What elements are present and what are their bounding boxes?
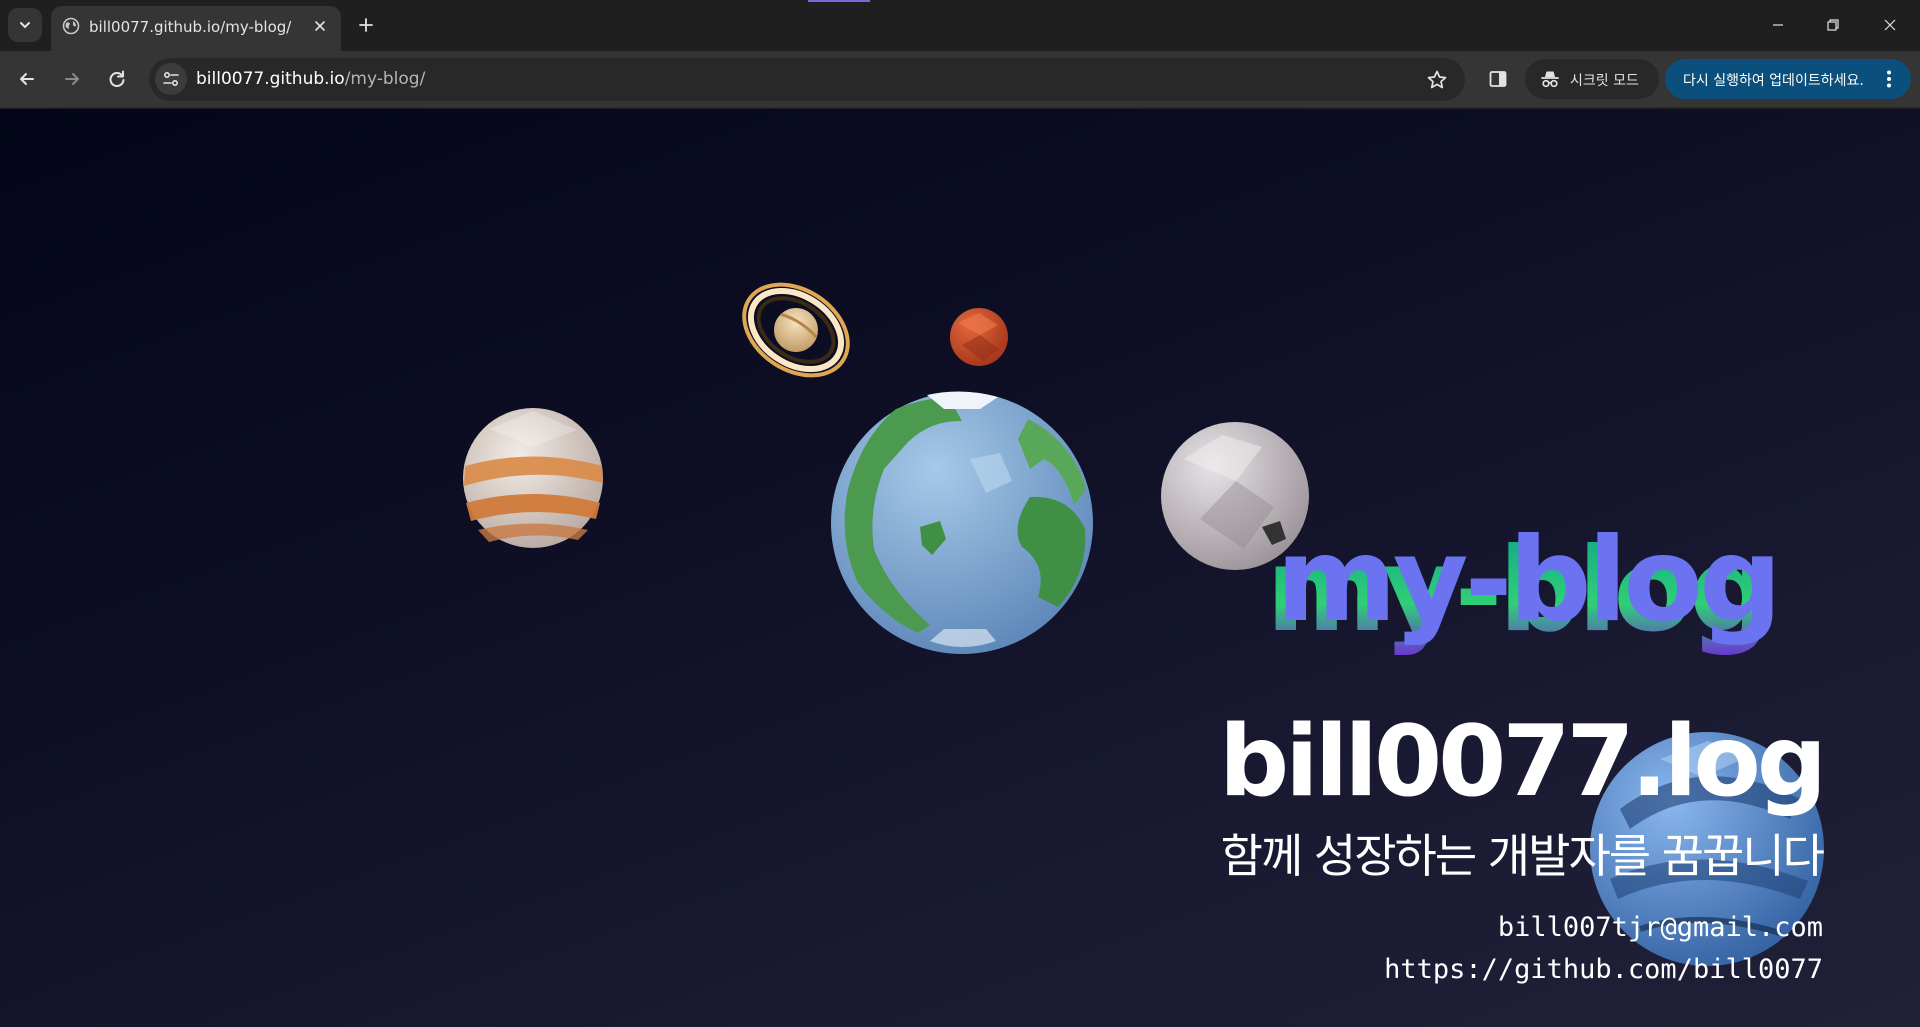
close-icon xyxy=(315,21,325,31)
incognito-label: 시크릿 모드 xyxy=(1570,73,1639,89)
blog-tagline: 함께 성장하는 개발자를 꿈꿉니다 xyxy=(1220,829,1825,883)
chevron-down-icon xyxy=(20,22,30,29)
star-icon xyxy=(1427,70,1447,89)
tab-close-button[interactable] xyxy=(309,15,331,37)
contact-github-link[interactable]: https://github.com/bill0077 xyxy=(1384,956,1823,983)
earth-planet xyxy=(831,391,1093,654)
url-text[interactable]: bill0077.github.io/my-blog/ xyxy=(196,69,425,89)
bookmark-button[interactable] xyxy=(1425,68,1449,92)
planet-scene: my-blog my-blog xyxy=(463,282,1824,966)
browser-toolbar: bill0077.github.io/my-blog/ 시크릿 모드 다시 실행… xyxy=(0,51,1920,108)
site-info-button[interactable] xyxy=(155,63,187,95)
tab-search-button[interactable] xyxy=(8,8,42,42)
minimize-icon xyxy=(1773,24,1783,26)
url-host: bill0077.github.io xyxy=(196,69,345,89)
url-path: /my-blog/ xyxy=(344,69,426,89)
minimize-button[interactable] xyxy=(1756,6,1800,44)
side-panel-icon xyxy=(1489,71,1507,87)
window-close-icon xyxy=(1884,19,1896,31)
browser-menu-button[interactable] xyxy=(1877,67,1901,91)
reload-button[interactable] xyxy=(100,62,134,96)
jupiter-planet xyxy=(463,408,603,548)
incognito-icon xyxy=(1541,71,1559,88)
title-bar: bill0077.github.io/my-blog/ xyxy=(0,0,1920,51)
window-accent xyxy=(808,0,870,2)
reload-icon xyxy=(109,70,125,87)
restore-icon xyxy=(1827,19,1839,31)
arrow-left-icon xyxy=(20,73,34,85)
plus-icon xyxy=(359,18,373,32)
forward-button[interactable] xyxy=(55,62,89,96)
arrow-right-icon xyxy=(65,73,79,85)
mars-planet xyxy=(950,308,1008,366)
window-close-button[interactable] xyxy=(1868,6,1912,44)
contact-email[interactable]: bill007tjr@gmail.com xyxy=(1498,914,1823,941)
restore-button[interactable] xyxy=(1811,6,1855,44)
blog-title: bill0077.log xyxy=(1219,705,1827,819)
browser-tab[interactable]: bill0077.github.io/my-blog/ xyxy=(51,6,341,51)
tab-title: bill0077.github.io/my-blog/ xyxy=(89,18,292,36)
logo-face: my-blog xyxy=(1276,513,1778,648)
kebab-menu-icon xyxy=(1887,70,1891,88)
page-viewport: my-blog my-blog bill0077.log 함께 성장하는 개발자… xyxy=(0,109,1920,1027)
saturn-planet xyxy=(742,282,850,378)
incognito-indicator[interactable]: 시크릿 모드 xyxy=(1525,59,1659,99)
new-tab-button[interactable] xyxy=(352,11,380,39)
update-label: 다시 실행하여 업데이트하세요. xyxy=(1683,73,1864,89)
update-button[interactable]: 다시 실행하여 업데이트하세요. xyxy=(1665,59,1911,99)
globe-icon xyxy=(62,17,80,35)
back-button[interactable] xyxy=(10,62,44,96)
tune-icon xyxy=(163,71,179,87)
side-panel-button[interactable] xyxy=(1481,62,1515,96)
my-blog-3d-logo: my-blog my-blog xyxy=(1266,513,1782,658)
address-bar[interactable]: bill0077.github.io/my-blog/ xyxy=(149,58,1465,101)
